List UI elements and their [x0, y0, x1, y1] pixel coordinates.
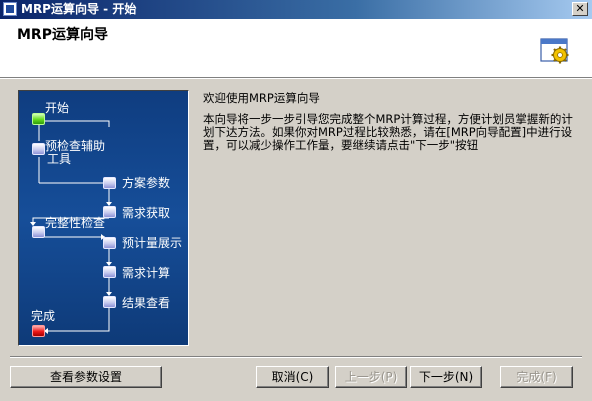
- header-title: MRP运算向导: [17, 27, 108, 43]
- step-finish-marker: [32, 325, 45, 337]
- step-forecast-display: 预计量展示: [122, 236, 183, 250]
- app-icon: [3, 2, 17, 16]
- step-integrity-check: 完整性检查: [45, 216, 106, 230]
- step-start-marker: [32, 113, 45, 125]
- step-scheme-params: 方案参数: [122, 176, 171, 190]
- view-params-button[interactable]: 查看参数设置: [10, 366, 162, 388]
- wizard-description: 本向导将一步一步引导您完成整个MRP计算过程，方便计划员掌握新的计划下达方法。如…: [203, 112, 573, 152]
- step-integrity-check-marker: [32, 226, 45, 238]
- step-precheck-marker: [32, 143, 45, 155]
- welcome-text: 欢迎使用MRP运算向导: [203, 91, 320, 105]
- step-result-view-marker: [103, 296, 116, 308]
- step-start: 开始: [45, 101, 70, 115]
- step-demand-calc: 需求计算: [122, 266, 171, 280]
- step-scheme-params-marker: [103, 177, 116, 189]
- step-result-view: 结果查看: [122, 296, 171, 310]
- cancel-button[interactable]: 取消(C): [256, 366, 329, 388]
- wizard-gear-icon: [540, 38, 569, 64]
- step-precheck: 预检查辅助: [45, 139, 106, 153]
- step-precheck-line2: 工具: [47, 152, 72, 166]
- finish-button[interactable]: 完成(F): [500, 366, 573, 388]
- back-button[interactable]: 上一步(P): [335, 366, 407, 388]
- window-title: MRP运算向导 - 开始: [21, 2, 137, 16]
- step-finish: 完成: [31, 309, 56, 323]
- wizard-steps-panel: 开始 预检查辅助 工具 方案参数 需求获取 完整性检查 预计量展示 需求计算 结…: [18, 90, 189, 346]
- header-divider: [0, 78, 592, 79]
- wizard-header: MRP运算向导: [0, 19, 592, 78]
- step-forecast-display-marker: [103, 237, 116, 249]
- step-demand-calc-marker: [103, 266, 116, 278]
- title-bar[interactable]: MRP运算向导 - 开始 ✕: [0, 0, 592, 19]
- close-button[interactable]: ✕: [572, 2, 588, 16]
- wizard-window: MRP运算向导 - 开始 ✕ MRP运算向导 开始 预检查辅助 工具 方案参数 …: [0, 0, 592, 401]
- footer-divider-highlight: [10, 357, 582, 358]
- next-button[interactable]: 下一步(N): [410, 366, 482, 388]
- step-demand-fetch: 需求获取: [122, 206, 171, 220]
